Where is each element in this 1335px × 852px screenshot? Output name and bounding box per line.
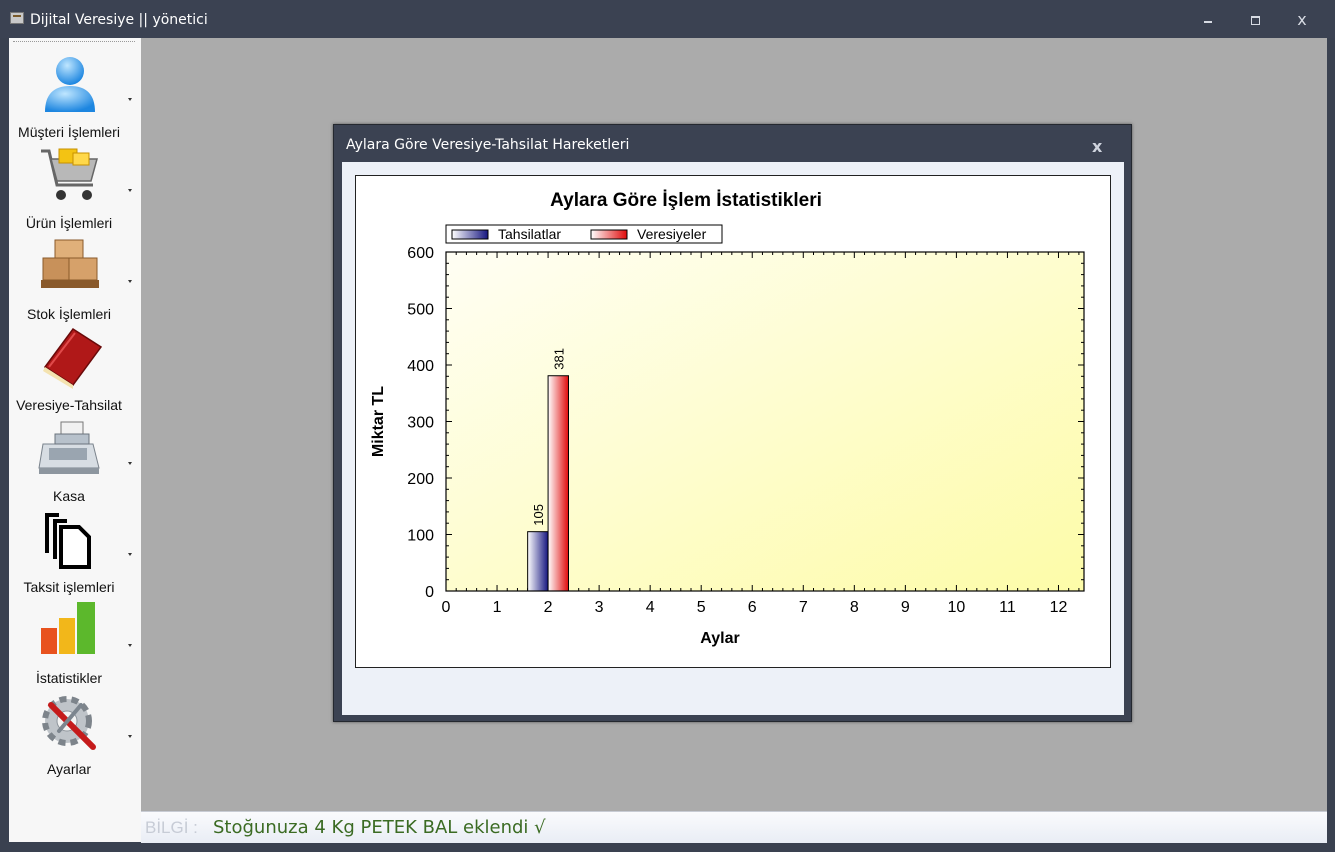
chevron-down-icon[interactable] bbox=[128, 189, 132, 192]
bar-veresiyeler bbox=[547, 375, 569, 592]
sidebar-item-kasa[interactable]: Kasa bbox=[9, 412, 141, 504]
chevron-down-icon[interactable] bbox=[128, 462, 132, 465]
y-tick-label: 600 bbox=[407, 245, 434, 262]
x-tick-label: 8 bbox=[850, 599, 859, 616]
x-tick-label: 6 bbox=[748, 599, 757, 616]
x-tick-label: 11 bbox=[999, 599, 1016, 616]
x-axis-label: Aylar bbox=[700, 630, 739, 647]
chart-title: Aylara Göre İşlem İstatistikleri bbox=[550, 190, 822, 211]
chevron-down-icon[interactable] bbox=[128, 280, 132, 283]
y-tick-label: 400 bbox=[407, 358, 434, 375]
y-tick-label: 0 bbox=[425, 584, 434, 601]
minimize-icon bbox=[1204, 21, 1212, 23]
sidebar-item-veresiye[interactable]: Veresiye-Tahsilat bbox=[9, 321, 141, 413]
dialog-body: Aylara Göre İşlem İstatistikleri Tahsila… bbox=[342, 162, 1124, 715]
chart-legend: Tahsilatlar Veresiyeler bbox=[445, 224, 723, 244]
x-tick-label: 4 bbox=[646, 599, 655, 616]
bar-value-label: 105 bbox=[531, 504, 546, 526]
close-button[interactable]: x bbox=[1291, 10, 1313, 30]
sidebar-item-musteri[interactable]: Müşteri İşlemleri bbox=[9, 48, 141, 140]
status-bar: BİLGİ : Stoğunuza 4 Kg PETEK BAL eklendi… bbox=[141, 811, 1327, 843]
user-icon bbox=[45, 57, 95, 112]
sidebar-item-label: Taksit işlemleri bbox=[23, 579, 115, 595]
minimize-button[interactable] bbox=[1197, 10, 1219, 30]
book-icon bbox=[43, 327, 103, 389]
maximize-icon bbox=[1250, 16, 1260, 25]
statistics-dialog: Aylara Göre Veresiye-Tahsilat Hareketler… bbox=[333, 124, 1132, 722]
bar-tahsilatlar bbox=[527, 531, 549, 592]
y-tick-label: 300 bbox=[407, 415, 434, 432]
documents-icon bbox=[45, 513, 91, 569]
sidebar-item-label: Müşteri İşlemleri bbox=[18, 124, 120, 140]
sidebar-item-label: Kasa bbox=[53, 488, 85, 504]
legend-swatch-tahsilatlar bbox=[451, 229, 489, 240]
sidebar-item-istatistikler[interactable]: İstatistikler bbox=[9, 594, 141, 686]
sidebar: Müşteri İşlemleri Ürün İşlemleri Stok İş… bbox=[9, 38, 142, 842]
bar-chart-icon bbox=[41, 602, 95, 654]
x-tick-label: 12 bbox=[1050, 599, 1068, 616]
sidebar-item-label: Ürün İşlemleri bbox=[25, 215, 113, 231]
sidebar-item-label: Veresiye-Tahsilat bbox=[16, 397, 122, 413]
title-bar: Dijital Veresiye || yönetici x bbox=[0, 0, 1335, 38]
chart-panel: Aylara Göre İşlem İstatistikleri Tahsila… bbox=[355, 175, 1111, 668]
sidebar-item-ayarlar[interactable]: Ayarlar bbox=[9, 685, 141, 777]
x-tick-label: 5 bbox=[697, 599, 706, 616]
settings-gear-icon bbox=[42, 696, 96, 750]
sidebar-item-urun[interactable]: Ürün İşlemleri bbox=[9, 139, 141, 231]
shopping-cart-icon bbox=[41, 148, 98, 200]
y-tick-label: 100 bbox=[407, 528, 434, 545]
chart: Aylara Göre İşlem İstatistikleri Tahsila… bbox=[370, 190, 1085, 647]
status-message: Stoğunuza 4 Kg PETEK BAL eklendi √ bbox=[213, 817, 546, 838]
maximize-button[interactable] bbox=[1244, 10, 1266, 30]
y-axis-label: Miktar TL bbox=[370, 386, 387, 457]
window-title: Dijital Veresiye || yönetici bbox=[30, 12, 208, 28]
dialog-title: Aylara Göre Veresiye-Tahsilat Hareketler… bbox=[346, 137, 630, 153]
chevron-down-icon[interactable] bbox=[128, 735, 132, 738]
sidebar-item-stok[interactable]: Stok İşlemleri bbox=[9, 230, 141, 322]
x-tick-label: 3 bbox=[595, 599, 604, 616]
status-prefix: BİLGİ : bbox=[145, 818, 198, 837]
x-tick-label: 9 bbox=[901, 599, 910, 616]
y-tick-label: 500 bbox=[407, 302, 434, 319]
chevron-down-icon[interactable] bbox=[128, 553, 132, 556]
legend-swatch-veresiyeler bbox=[590, 229, 628, 240]
x-tick-label: 7 bbox=[799, 599, 808, 616]
cash-register-icon bbox=[38, 421, 100, 474]
chevron-down-icon[interactable] bbox=[128, 98, 132, 101]
sidebar-item-label: İstatistikler bbox=[35, 670, 103, 686]
legend-label: Tahsilatlar bbox=[498, 226, 561, 242]
chevron-down-icon[interactable] bbox=[128, 644, 132, 647]
x-tick-label: 2 bbox=[544, 599, 553, 616]
y-tick-label: 200 bbox=[407, 471, 434, 488]
bar-value-label: 381 bbox=[551, 348, 566, 370]
x-tick-label: 0 bbox=[442, 599, 451, 616]
sidebar-item-label: Stok İşlemleri bbox=[26, 306, 112, 322]
x-tick-label: 1 bbox=[493, 599, 502, 616]
sidebar-item-label: Ayarlar bbox=[46, 761, 92, 777]
app-icon bbox=[10, 12, 24, 24]
dialog-close-button[interactable]: x bbox=[1092, 137, 1102, 156]
boxes-icon bbox=[41, 239, 99, 288]
sidebar-item-taksit[interactable]: Taksit işlemleri bbox=[9, 503, 141, 595]
x-tick-label: 10 bbox=[948, 599, 966, 616]
legend-label: Veresiyeler bbox=[637, 226, 707, 242]
sidebar-grip bbox=[13, 41, 135, 42]
